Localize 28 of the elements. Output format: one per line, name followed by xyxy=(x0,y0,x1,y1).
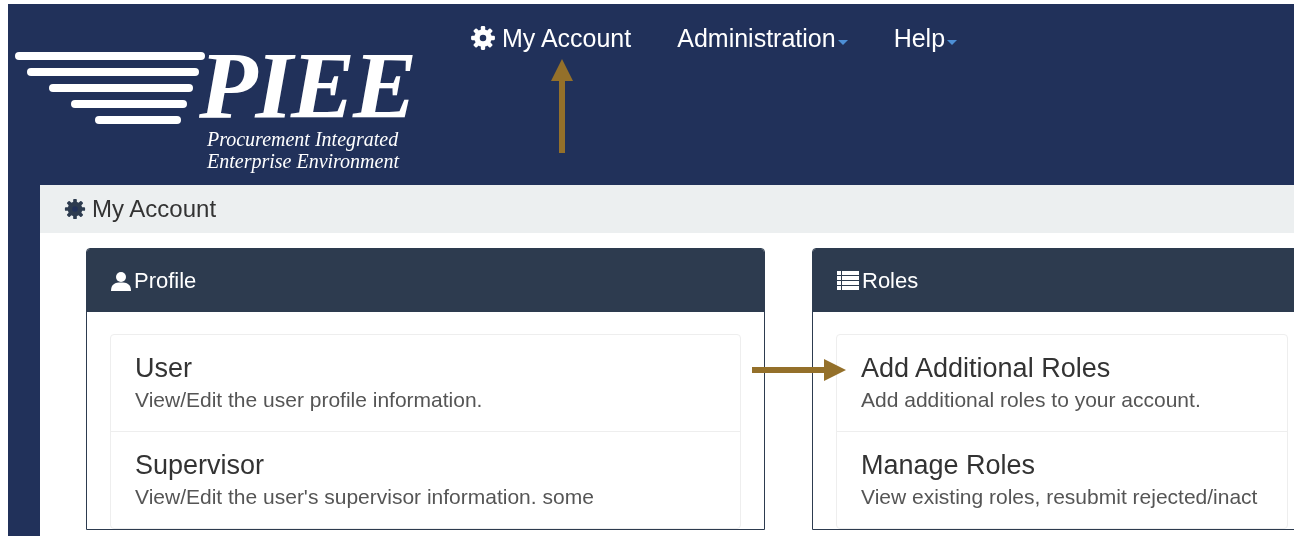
list-icon xyxy=(837,270,859,291)
panel-title: Roles xyxy=(862,267,919,295)
logo-tagline: Procurement Integrated xyxy=(207,128,399,150)
item-description: Add additional roles to your account. xyxy=(861,387,1202,413)
caret-icon xyxy=(947,39,958,45)
nav-label: My Account xyxy=(502,23,632,54)
user-icon xyxy=(111,270,131,291)
item-title: Manage Roles xyxy=(861,449,1037,482)
list-item[interactable]: Add Additional Roles Add additional roles to your account. xyxy=(837,335,1287,431)
item-description: View existing roles, resubmit rejected/inact xyxy=(861,484,1259,510)
nav-link[interactable]: My Account xyxy=(470,22,632,54)
logo-wordmark: PIEE xyxy=(198,46,415,126)
nav-label: Help xyxy=(893,23,946,54)
caret-icon xyxy=(837,39,848,45)
list-item[interactable]: Manage Roles View existing roles, resubmit rejected/inact xyxy=(837,431,1287,528)
list-item[interactable]: User View/Edit the user profile information. xyxy=(111,335,740,431)
nav-link[interactable]: Help xyxy=(893,22,958,54)
item-title: Add Additional Roles xyxy=(861,352,1112,385)
item-title: User xyxy=(135,352,193,385)
settings-icon xyxy=(470,25,496,51)
page-title: My Account xyxy=(92,194,217,224)
logo-tagline: Enterprise Environment xyxy=(207,150,399,172)
item-description: View/Edit the user's supervisor information. some xyxy=(135,484,595,510)
item-title: Supervisor xyxy=(135,449,266,482)
panel-title: Profile xyxy=(134,267,197,295)
settings-icon xyxy=(64,198,86,220)
list-item[interactable]: Supervisor View/Edit the user's supervisor information. some xyxy=(111,431,740,528)
item-description: View/Edit the user profile information. xyxy=(135,387,484,413)
